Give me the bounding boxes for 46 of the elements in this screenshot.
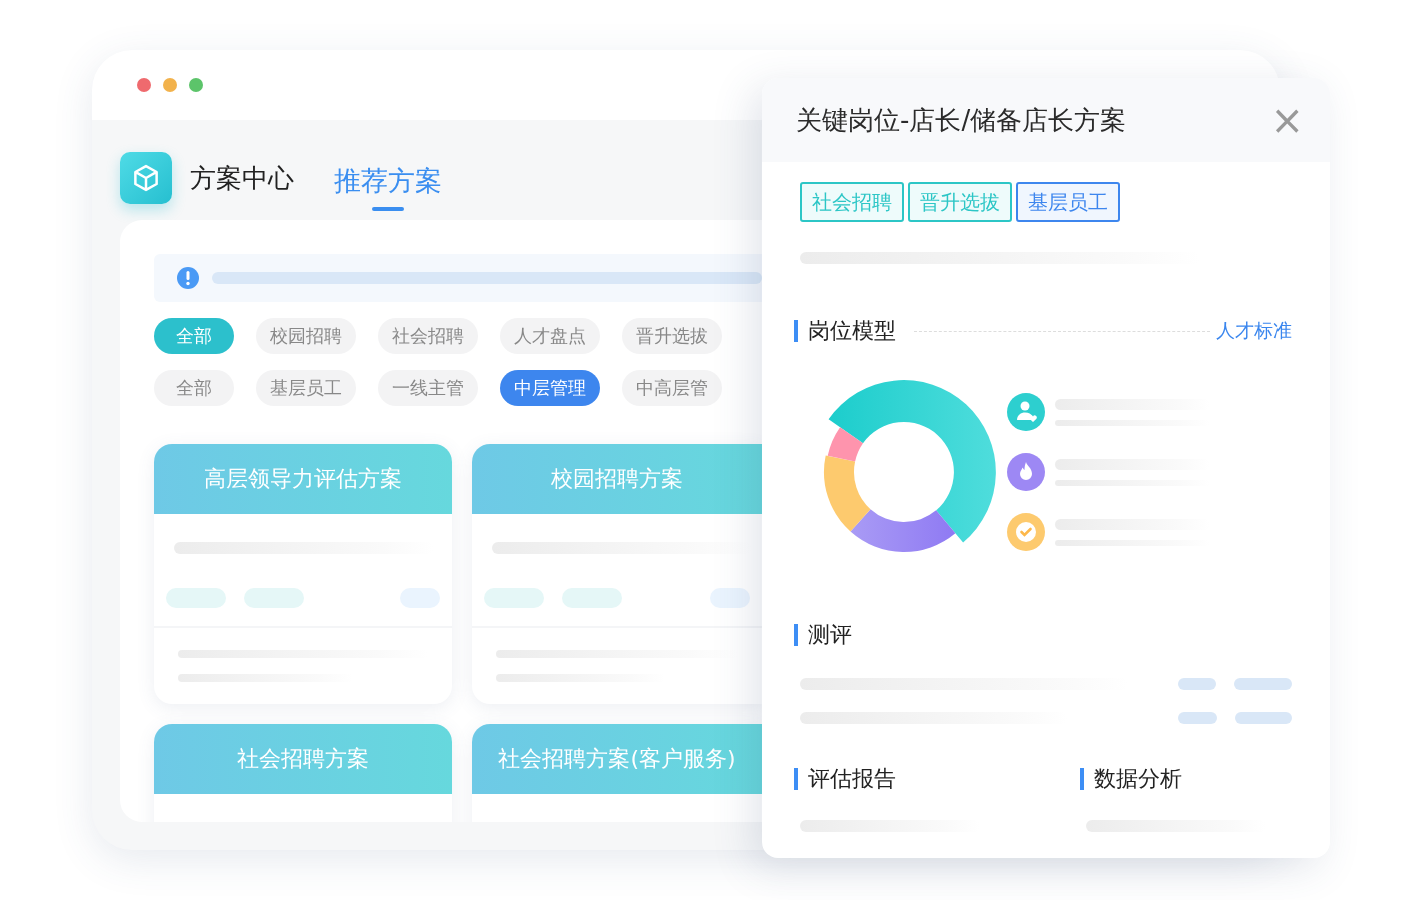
tag: 晋升选拔 bbox=[908, 182, 1012, 222]
panel-title: 关键岗位-店长/储备店长方案 bbox=[796, 103, 1128, 137]
section-heading: 岗位模型 bbox=[794, 320, 896, 342]
card-title: 高层领导力评估方案 bbox=[204, 465, 402, 493]
filter-chip[interactable]: 一线主管 bbox=[378, 370, 478, 406]
section-heading: 测评 bbox=[794, 624, 852, 646]
flame-icon bbox=[1007, 453, 1045, 491]
app-name: 方案中心 bbox=[190, 161, 294, 195]
card-title: 校园招聘方案 bbox=[551, 465, 683, 493]
tag-placeholder bbox=[1178, 712, 1217, 724]
filter-chip[interactable]: 中高层管 bbox=[622, 370, 722, 406]
filter-chip[interactable]: 全部 bbox=[154, 370, 234, 406]
section-heading: 数据分析 bbox=[1080, 768, 1182, 790]
card-title: 社会招聘方案 bbox=[237, 745, 369, 773]
tag-placeholder bbox=[166, 588, 226, 608]
filter-chip[interactable]: 基层员工 bbox=[256, 370, 356, 406]
plan-card[interactable]: 社会招聘方案(客户服务) bbox=[472, 724, 762, 822]
filter-chip[interactable]: 社会招聘 bbox=[378, 318, 478, 354]
tag-placeholder bbox=[1177, 678, 1217, 690]
plan-card[interactable]: 校园招聘方案 bbox=[472, 444, 762, 704]
tag: 社会招聘 bbox=[800, 182, 904, 222]
tag-placeholder bbox=[1234, 712, 1292, 724]
tag-placeholder bbox=[1234, 678, 1292, 690]
cube-logo-icon bbox=[120, 152, 172, 204]
plan-card[interactable]: 社会招聘方案 bbox=[154, 724, 452, 822]
maximize-dot-icon[interactable] bbox=[189, 78, 203, 92]
close-dot-icon[interactable] bbox=[137, 78, 151, 92]
tag-placeholder bbox=[562, 588, 622, 608]
tag-placeholder bbox=[710, 588, 750, 608]
section-heading: 评估报告 bbox=[794, 768, 896, 790]
plan-card[interactable]: 高层领导力评估方案 bbox=[154, 444, 452, 704]
filter-chip[interactable]: 晋升选拔 bbox=[622, 318, 722, 354]
talent-standard-link[interactable]: 人才标准 bbox=[1216, 318, 1292, 344]
tab[interactable]: 推荐方案 bbox=[334, 163, 442, 211]
tag-placeholder bbox=[244, 588, 304, 608]
tag-placeholder bbox=[484, 588, 544, 608]
alert-icon bbox=[176, 266, 200, 290]
filter-chip[interactable]: 全部 bbox=[154, 318, 234, 354]
minimize-dot-icon[interactable] bbox=[163, 78, 177, 92]
check-circle-icon bbox=[1007, 513, 1045, 551]
card-title: 社会招聘方案(客户服务) bbox=[498, 745, 736, 773]
filter-chip[interactable]: 人才盘点 bbox=[500, 318, 600, 354]
filter-chip[interactable]: 中层管理 bbox=[500, 370, 600, 406]
filter-chip[interactable]: 校园招聘 bbox=[256, 318, 356, 354]
tag: 基层员工 bbox=[1016, 182, 1120, 222]
close-button[interactable]: × bbox=[1266, 100, 1308, 140]
